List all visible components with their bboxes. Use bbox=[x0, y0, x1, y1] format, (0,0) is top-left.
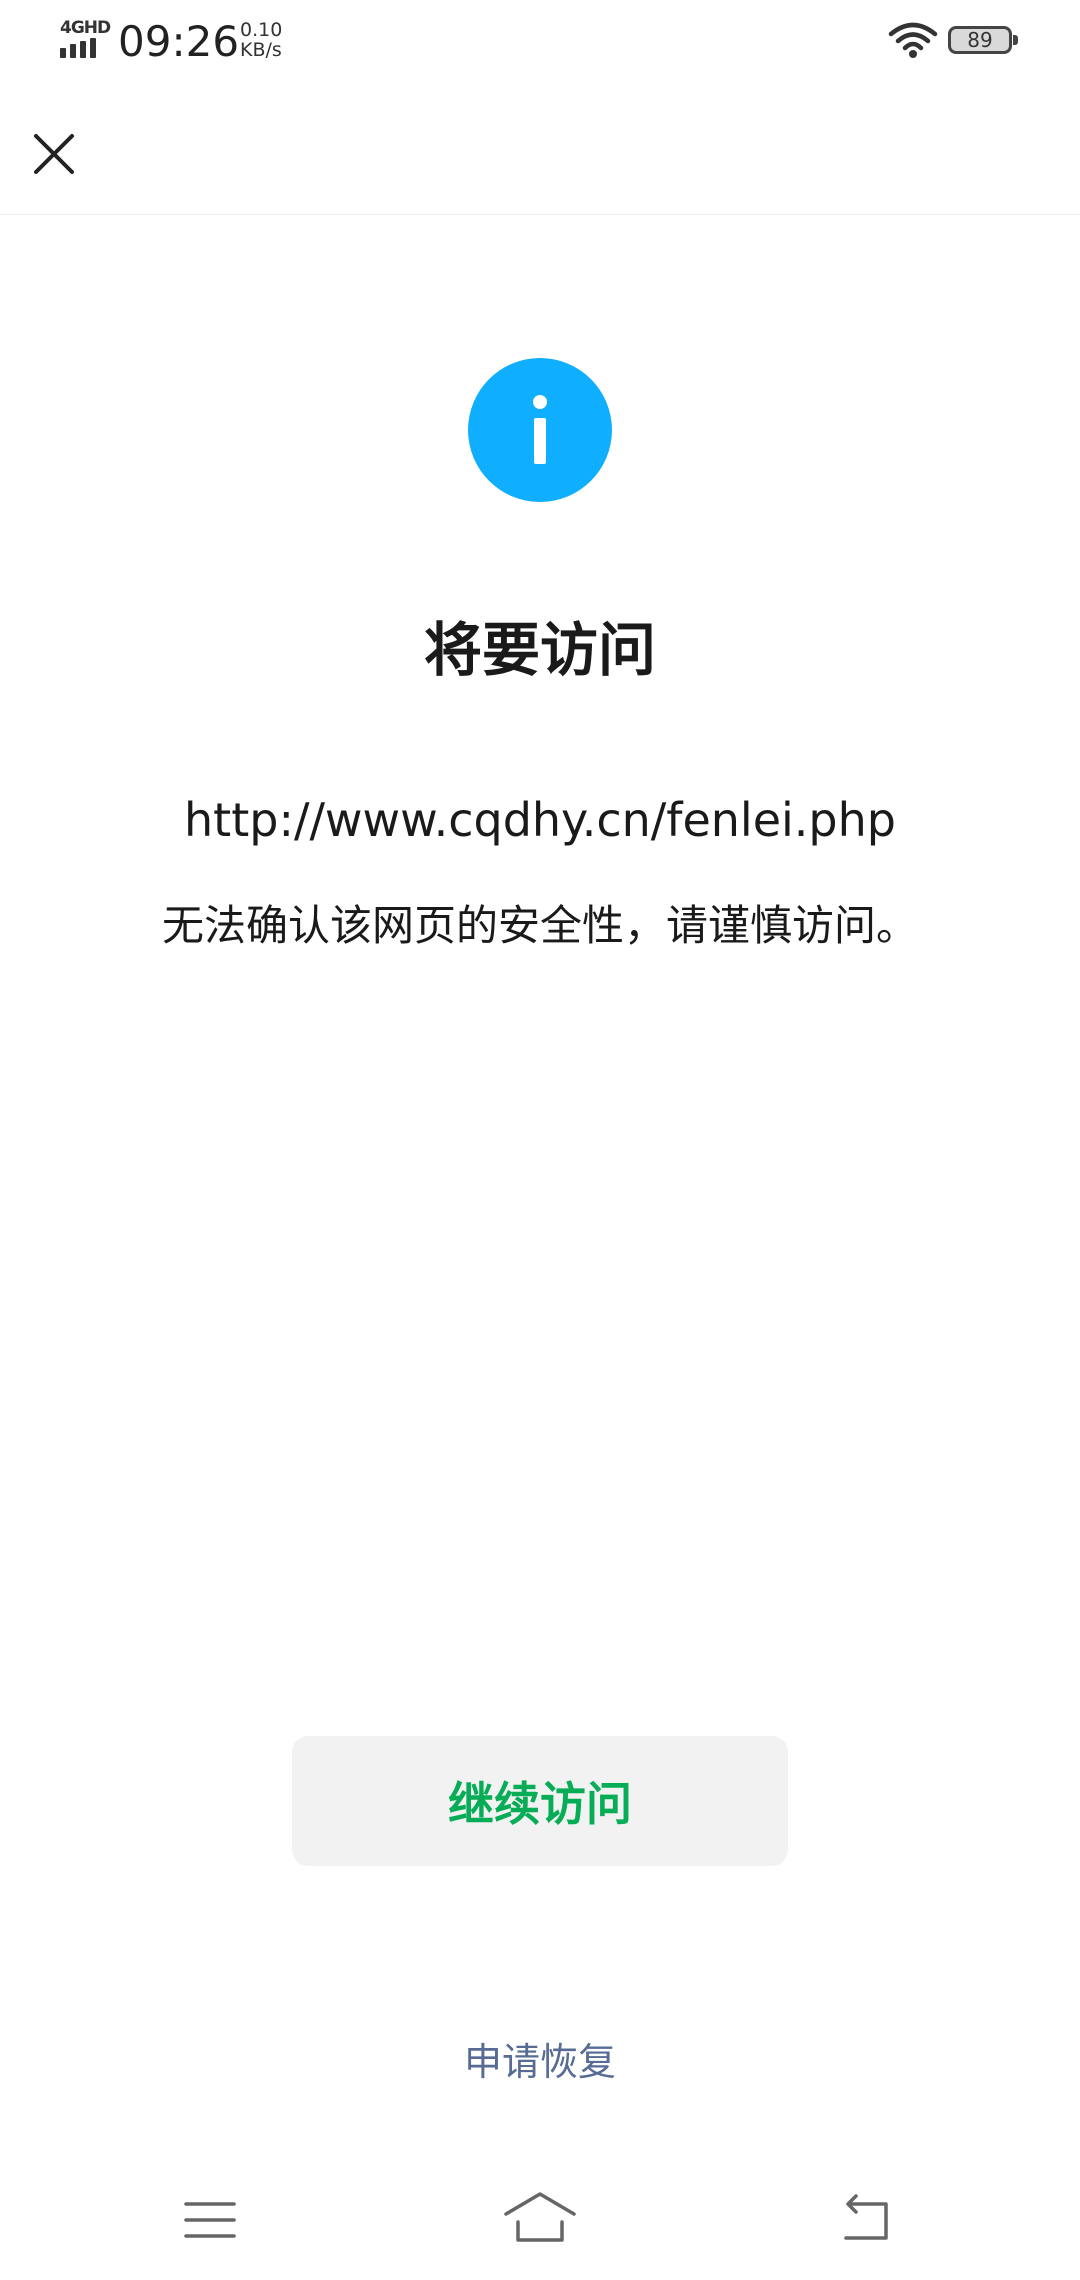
home-icon bbox=[504, 2192, 576, 2242]
network-type: 4GHD bbox=[60, 18, 111, 38]
security-warning-text: 无法确认该网页的安全性，请谨慎访问。 bbox=[161, 901, 918, 950]
page-title: 将要访问 bbox=[423, 616, 656, 684]
nav-back-button[interactable] bbox=[836, 2190, 896, 2250]
close-icon bbox=[34, 134, 74, 174]
close-button[interactable] bbox=[20, 120, 88, 188]
battery-icon: 89 bbox=[948, 26, 1022, 58]
nav-home-button[interactable] bbox=[500, 2186, 580, 2250]
back-icon bbox=[844, 2194, 888, 2240]
target-url: http://www.cqdhy.cn/fenlei.php bbox=[184, 793, 896, 847]
battery-level: 89 bbox=[948, 26, 1012, 54]
request-restore-link[interactable]: 申请恢复 bbox=[0, 2034, 1080, 2090]
status-bar: 4GHD 09:26 0.10 KB/s 89 bbox=[0, 0, 1080, 90]
network-speed-unit: KB/s bbox=[240, 39, 282, 61]
network-speed: 0.10 KB/s bbox=[240, 20, 282, 60]
top-nav-bar bbox=[0, 90, 1080, 215]
signal-icon bbox=[60, 38, 104, 58]
menu-icon bbox=[184, 2202, 236, 2238]
continue-visit-button[interactable]: 继续访问 bbox=[292, 1736, 788, 1866]
info-icon bbox=[468, 358, 612, 502]
status-time: 09:26 bbox=[118, 17, 240, 66]
nav-menu-button[interactable] bbox=[180, 2190, 240, 2250]
battery-tip bbox=[1013, 35, 1018, 45]
network-speed-value: 0.10 bbox=[240, 19, 283, 41]
system-nav-bar bbox=[0, 2160, 1080, 2280]
wifi-icon bbox=[888, 20, 938, 60]
